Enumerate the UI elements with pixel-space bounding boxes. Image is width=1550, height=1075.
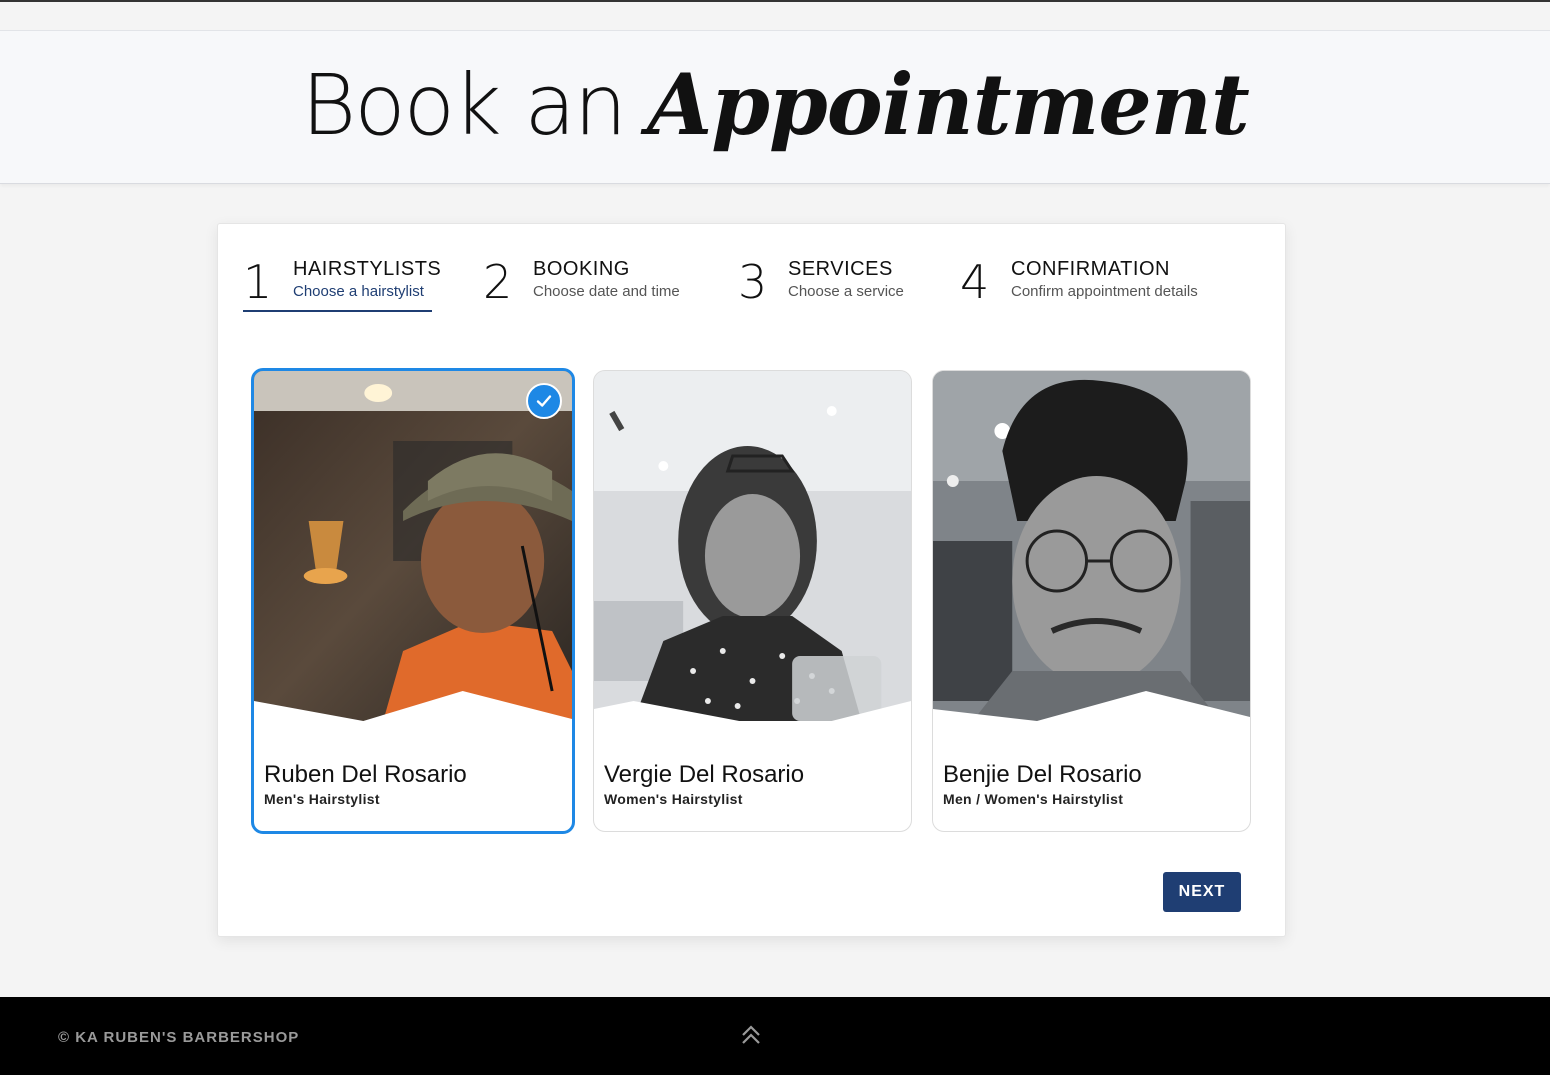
man-with-glasses-photo-icon — [933, 371, 1250, 721]
next-button[interactable]: NEXT — [1163, 872, 1241, 912]
step-subtitle: Choose a service — [788, 283, 904, 300]
step-number: 4 — [960, 255, 990, 309]
stylist-name: Benjie Del Rosario — [943, 761, 1142, 788]
copyright-text: © KA RUBEN'S BARBERSHOP — [58, 1029, 300, 1046]
card-chevron-divider — [594, 689, 911, 729]
step-booking[interactable]: 2 BOOKING Choose date and time — [483, 256, 693, 312]
step-subtitle: Choose date and time — [533, 283, 680, 300]
stylist-card-benjie[interactable]: Benjie Del Rosario Men / Women's Hairsty… — [932, 370, 1251, 832]
top-border — [0, 0, 1550, 2]
step-subtitle: Confirm appointment details — [1011, 283, 1198, 300]
title-emphasis: Appointment — [647, 55, 1250, 154]
active-step-underline — [243, 310, 432, 312]
page-title: Book an Appointment — [0, 55, 1550, 154]
stylist-card-ruben[interactable]: Ruben Del Rosario Men's Hairstylist — [251, 368, 575, 834]
step-title: CONFIRMATION — [1011, 258, 1170, 280]
card-chevron-divider — [254, 689, 572, 729]
step-title: SERVICES — [788, 258, 893, 280]
stylist-name: Ruben Del Rosario — [264, 761, 467, 788]
stylist-role: Men / Women's Hairstylist — [943, 791, 1124, 807]
step-title: BOOKING — [533, 258, 630, 280]
booking-panel: 1 HAIRSTYLISTS Choose a hairstylist 2 BO… — [217, 223, 1286, 937]
page-footer: © KA RUBEN'S BARBERSHOP — [0, 997, 1550, 1075]
stylist-role: Men's Hairstylist — [264, 791, 380, 807]
step-number: 2 — [483, 255, 513, 309]
title-plain: Book an — [301, 56, 627, 154]
stylist-role: Women's Hairstylist — [604, 791, 743, 807]
step-number: 3 — [738, 255, 768, 309]
step-number: 1 — [243, 255, 273, 309]
man-with-hat-photo-icon — [254, 371, 572, 721]
double-chevron-up-icon[interactable] — [738, 1023, 764, 1049]
step-hairstylists[interactable]: 1 HAIRSTYLISTS Choose a hairstylist — [243, 255, 441, 312]
step-services[interactable]: 3 SERVICES Choose a service — [738, 256, 918, 312]
step-subtitle: Choose a hairstylist — [293, 283, 424, 300]
step-title: HAIRSTYLISTS — [293, 258, 442, 280]
card-chevron-divider — [933, 689, 1250, 729]
stylist-card-vergie[interactable]: Vergie Del Rosario Women's Hairstylist — [593, 370, 912, 832]
stylist-name: Vergie Del Rosario — [604, 761, 805, 788]
woman-portrait-photo-icon — [594, 371, 911, 721]
selected-check-icon — [526, 383, 562, 419]
page-header: Book an Appointment — [0, 30, 1550, 184]
step-confirmation[interactable]: 4 CONFIRMATION Confirm appointment detai… — [960, 256, 1220, 312]
